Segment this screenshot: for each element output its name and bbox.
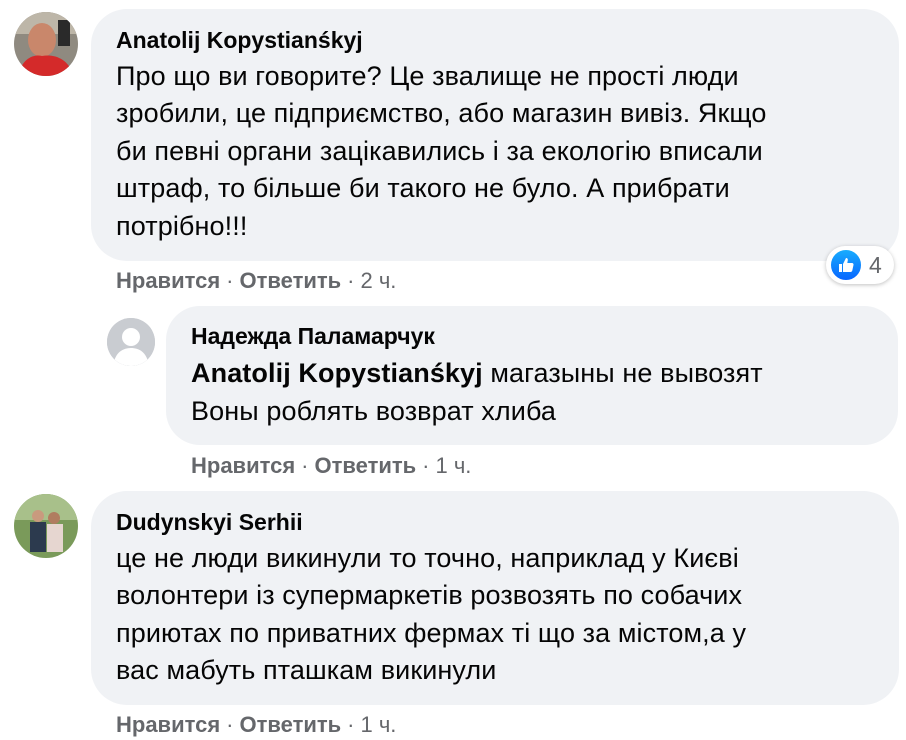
reply-button[interactable]: Ответить bbox=[240, 712, 342, 737]
comment-text-line: Anatolij Kopystianśkyj магазыны не вывоз… bbox=[191, 355, 763, 393]
comment-timestamp[interactable]: 1 ч. bbox=[361, 712, 397, 737]
like-button[interactable]: Нравится bbox=[191, 453, 295, 478]
comment-text-line: це не люди викинули то точно, наприклад … bbox=[116, 543, 739, 573]
comment-author[interactable]: Надежда Паламарчук bbox=[191, 323, 435, 350]
comment-text-line: би певні органи зацікавились і за еколог… bbox=[116, 136, 763, 166]
comment-timestamp[interactable]: 2 ч. bbox=[361, 268, 397, 293]
separator-dot: · bbox=[226, 712, 234, 737]
comment-text: магазыны не вывозят bbox=[482, 358, 763, 388]
avatar-anatolij[interactable] bbox=[14, 12, 78, 76]
comment-text-line: волонтери із супермаркетів розвозять по … bbox=[116, 580, 743, 610]
reaction-count: 4 bbox=[869, 251, 882, 278]
avatar-dudynskyi[interactable] bbox=[14, 494, 78, 558]
separator-dot: · bbox=[226, 268, 234, 293]
reply-button[interactable]: Ответить bbox=[315, 453, 417, 478]
avatar-nadezhda[interactable] bbox=[107, 318, 155, 366]
comment-text-line: вас мабуть пташкам викинули bbox=[116, 655, 497, 685]
comment-author[interactable]: Anatolij Kopystianśkyj bbox=[116, 27, 363, 54]
separator-dot: · bbox=[347, 268, 355, 293]
comment-text-line: штраф, то більше би такого не було. А пр… bbox=[116, 173, 730, 203]
comment-actions: Нравится · Ответить · 2 ч. bbox=[116, 268, 396, 294]
like-button[interactable]: Нравится bbox=[116, 268, 220, 293]
comment-actions: Нравится · Ответить · 1 ч. bbox=[191, 453, 471, 479]
comment-text-line: приютах по приватних фермах ті що за міс… bbox=[116, 618, 747, 648]
separator-dot: · bbox=[347, 712, 355, 737]
comment-author[interactable]: Dudynskyi Serhii bbox=[116, 509, 303, 536]
separator-dot: · bbox=[422, 453, 430, 478]
reaction-summary[interactable]: 4 bbox=[826, 246, 894, 284]
comment-text-line: зробили, це підприємство, або магазин ви… bbox=[116, 98, 767, 128]
mention-link[interactable]: Anatolij Kopystianśkyj bbox=[191, 358, 483, 388]
comment-text-line: Воны роблять возврат хлиба bbox=[191, 396, 557, 426]
comment-text-line: Про що ви говорите? Це звалище не прості… bbox=[116, 61, 739, 91]
reply-button[interactable]: Ответить bbox=[240, 268, 342, 293]
comment-timestamp[interactable]: 1 ч. bbox=[436, 453, 472, 478]
comment-text-line: потрібно!!! bbox=[116, 211, 248, 241]
comment-actions: Нравится · Ответить · 1 ч. bbox=[116, 712, 396, 738]
like-icon bbox=[829, 248, 863, 282]
like-button[interactable]: Нравится bbox=[116, 712, 220, 737]
separator-dot: · bbox=[301, 453, 309, 478]
